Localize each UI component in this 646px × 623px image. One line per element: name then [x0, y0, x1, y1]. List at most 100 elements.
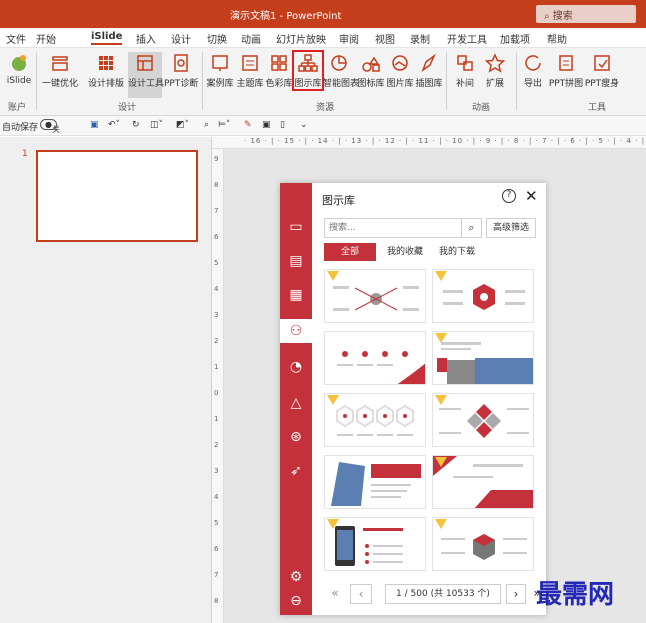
chart-icon[interactable]: ◔ [280, 355, 312, 379]
search-icon[interactable]: ⌕ [461, 218, 482, 238]
design-tool-icon [137, 55, 153, 71]
illustration-library-label: 插图库 [415, 79, 443, 89]
diagnose-button[interactable]: PPT诊断 [164, 52, 198, 89]
theme-icon[interactable]: ▤ [280, 249, 312, 273]
shapes-icon[interactable]: △ [280, 391, 312, 415]
diagram-card[interactable] [324, 393, 426, 447]
settings-icon[interactable]: ⚙ [280, 565, 312, 589]
first-page-icon[interactable]: « [324, 584, 346, 604]
ruler-tick: 3 [214, 311, 219, 319]
slide-thumbnail[interactable] [36, 150, 198, 242]
format-painter-icon[interactable]: ✎ [244, 120, 252, 130]
menu-addins[interactable]: 加载项 [500, 31, 530, 46]
diagram-card[interactable] [432, 393, 534, 447]
picture-icon[interactable]: ▣ [262, 120, 271, 130]
diagram-card[interactable] [324, 269, 426, 323]
menu-islide[interactable]: iSlide [91, 31, 123, 45]
slide-number: 1 [22, 149, 28, 159]
diagram-search-input[interactable] [324, 218, 482, 238]
ribbon-separator [446, 52, 447, 110]
menu-design[interactable]: 设计 [171, 31, 191, 46]
menu-view[interactable]: 视图 [375, 31, 395, 46]
align-icon[interactable]: ⊨˅ [218, 120, 230, 130]
shapes-icon[interactable]: ◩˅ [176, 120, 189, 130]
prev-page-icon[interactable]: ‹ [350, 584, 372, 604]
palette-icon[interactable]: ⊛ [280, 425, 312, 449]
ruler-tick: 7 [214, 571, 219, 579]
tween-button[interactable]: 补间 [452, 52, 478, 89]
diagram-grid [324, 269, 536, 573]
diagram-card[interactable] [432, 269, 534, 323]
ppt-slim-button[interactable]: PPT瘦身 [584, 52, 620, 89]
icon-library-button[interactable]: 图标库 [357, 52, 385, 89]
group-account: 账户 [8, 103, 27, 113]
menu-animations[interactable]: 动画 [241, 31, 261, 46]
zoom-icon[interactable]: ⌕ [204, 120, 209, 130]
autosave-state: 关 [51, 125, 60, 134]
close-icon[interactable]: ✕ [525, 187, 538, 205]
page-indicator: 1 / 500 (共 10533 个) [385, 584, 501, 604]
menu-help[interactable]: 帮助 [547, 31, 567, 46]
icon-library-icon [362, 56, 380, 72]
window-title: 演示文稿1 - PowerPoint [230, 11, 342, 22]
tab-all[interactable]: 全部 [324, 243, 376, 261]
new-slide-icon[interactable]: ▯ [280, 120, 285, 130]
islide-button[interactable]: iSlide [6, 52, 32, 86]
picture-library-button[interactable]: 图片库 [386, 52, 414, 89]
search-box[interactable]: ⌕ 搜索 [536, 5, 636, 23]
diagram-card[interactable] [324, 517, 426, 571]
case-icon[interactable]: ▭ [280, 215, 312, 239]
undo-icon[interactable]: ↶˅ [108, 120, 120, 130]
layout-button[interactable]: 设计排版 [86, 52, 126, 89]
diagram-card[interactable] [432, 455, 534, 509]
ribbon-separator [516, 52, 517, 110]
icon-library-label: 图标库 [357, 79, 385, 89]
layout-grid-icon [99, 56, 113, 70]
design-tool-button[interactable]: 设计工具 [128, 52, 164, 98]
optimize-button[interactable]: 一键优化 [40, 52, 80, 89]
diagram-icon[interactable]: ⚇ [280, 319, 312, 343]
redo-icon[interactable]: ↻ [132, 120, 140, 130]
menu-developer[interactable]: 开发工具 [447, 31, 487, 46]
ppt-puzzle-button[interactable]: PPT拼图 [548, 52, 584, 89]
menu-record[interactable]: 录制 [410, 31, 430, 46]
color-library-button[interactable]: 色彩库 [265, 52, 293, 89]
advanced-filter-button[interactable]: 高级筛选 [486, 218, 536, 238]
rocket-icon[interactable]: ➶ [280, 459, 312, 483]
export-button[interactable]: 导出 [520, 52, 546, 89]
customize-qat-icon[interactable]: ⌄ [300, 120, 308, 130]
menu-review[interactable]: 审阅 [339, 31, 359, 46]
horizontal-ruler: · 16 · | · 15 · | · 14 · | · 13 · | · 12… [212, 137, 646, 149]
diagram-card[interactable] [432, 331, 534, 385]
menu-home[interactable]: 开始 [36, 31, 56, 46]
theme-library-label: 主题库 [236, 79, 264, 89]
next-page-icon[interactable]: › [506, 584, 526, 604]
menu-slideshow[interactable]: 幻灯片放映 [276, 31, 326, 46]
theme-library-button[interactable]: 主题库 [236, 52, 264, 89]
case-library-button[interactable]: 案例库 [206, 52, 234, 89]
menu-bar: 文件 开始 iSlide 插入 设计 切换 动画 幻灯片放映 审阅 视图 录制 … [0, 28, 646, 48]
picture-library-icon [392, 55, 408, 71]
diagram-library-label: 图示库 [294, 79, 322, 89]
diagram-card[interactable] [324, 455, 426, 509]
autosave-toggle[interactable]: ● 关 [40, 119, 60, 134]
layout-icon[interactable]: ▦ [280, 283, 312, 307]
menu-insert[interactable]: 插入 [136, 31, 156, 46]
ruler-tick: 1 [214, 363, 219, 371]
start-from-beginning-icon[interactable]: ◫˅ [150, 120, 163, 130]
menu-file[interactable]: 文件 [6, 31, 26, 46]
smart-chart-button[interactable]: 智能图表 [323, 52, 359, 89]
back-icon[interactable]: ⊖ [280, 589, 312, 613]
tab-favorites[interactable]: 我的收藏 [380, 243, 430, 261]
extend-button[interactable]: 扩展 [482, 52, 508, 89]
tab-downloads[interactable]: 我的下载 [432, 243, 482, 261]
diagram-card[interactable] [432, 517, 534, 571]
save-icon[interactable]: ▣ [90, 120, 99, 130]
menu-transitions[interactable]: 切换 [207, 31, 227, 46]
diagram-card[interactable] [324, 331, 426, 385]
help-icon[interactable]: ? [502, 189, 516, 203]
ruler-tick: 4 [214, 493, 219, 501]
autosave-label: 自动保存 [2, 123, 39, 133]
illustration-library-button[interactable]: 插图库 [415, 52, 443, 89]
diagram-library-button[interactable]: 图示库 [292, 50, 324, 91]
